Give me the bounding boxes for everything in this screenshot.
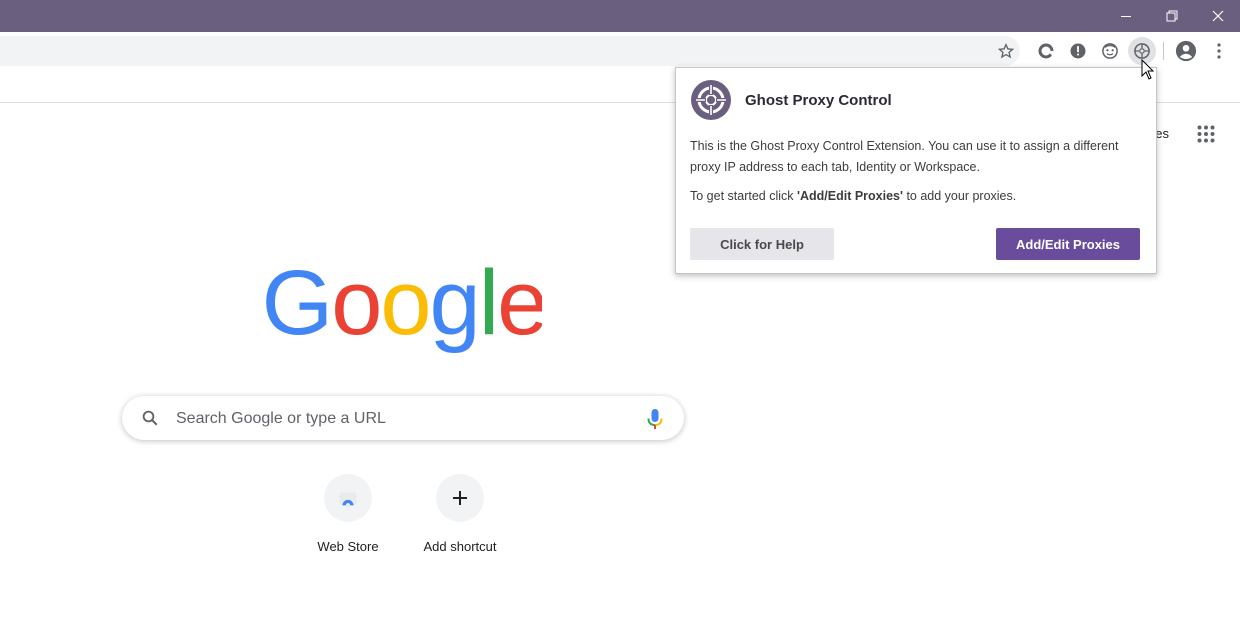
logo-letter: l <box>479 252 497 354</box>
apps-launcher-button[interactable] <box>1197 125 1217 145</box>
plus-icon <box>453 491 467 505</box>
search-icon <box>142 410 158 426</box>
instructions-text: to add your proxies. <box>902 189 1017 203</box>
extension-alert-icon <box>1070 43 1086 59</box>
add-edit-proxies-button[interactable]: Add/Edit Proxies <box>996 228 1140 260</box>
search-box[interactable] <box>122 396 684 440</box>
shortcut-tile <box>324 474 372 522</box>
menu-dots-icon <box>1217 43 1221 59</box>
instructions-emphasis: 'Add/Edit Proxies' <box>797 189 903 203</box>
voice-search-button[interactable] <box>645 407 665 436</box>
shortcut-add[interactable]: Add shortcut <box>404 474 516 566</box>
shortcut-label: Add shortcut <box>423 539 497 554</box>
extension-refresh-icon <box>1038 43 1055 59</box>
popup-description: This is the Ghost Proxy Control Extensio… <box>690 139 1119 174</box>
logo-letter: G <box>266 252 331 354</box>
extension-face-button[interactable] <box>1099 40 1121 62</box>
close-icon <box>1212 10 1224 22</box>
shortcut-tile <box>436 474 484 522</box>
extension-refresh-button[interactable] <box>1035 40 1057 62</box>
mouse-cursor-icon <box>1141 59 1155 80</box>
minimize-icon <box>1121 16 1131 17</box>
instructions-text: To get started click <box>690 189 797 203</box>
bookmark-star-button[interactable] <box>995 40 1017 62</box>
ghost-proxy-icon <box>1134 43 1150 59</box>
extension-alert-button[interactable] <box>1067 40 1089 62</box>
logo-letter: o <box>380 252 429 354</box>
microphone-icon <box>647 409 663 429</box>
web-store-icon <box>339 492 357 508</box>
close-button[interactable] <box>1195 0 1240 32</box>
profile-icon <box>1175 40 1197 62</box>
logo-letter: g <box>430 252 479 354</box>
google-logo: Google <box>266 252 542 354</box>
popup-instructions: To get started click 'Add/Edit Proxies' … <box>690 186 1130 207</box>
bookmark-star-icon <box>998 43 1014 59</box>
browser-toolbar <box>0 32 1240 70</box>
address-bar[interactable] <box>0 36 1020 66</box>
menu-button[interactable] <box>1208 40 1230 62</box>
shortcut-label: Web Store <box>317 539 379 554</box>
profile-button[interactable] <box>1175 40 1197 62</box>
extension-face-icon <box>1102 43 1118 59</box>
ghost-proxy-popup: Ghost Proxy Control This is the Ghost Pr… <box>675 67 1157 274</box>
help-button[interactable]: Click for Help <box>690 228 834 260</box>
search-input[interactable] <box>174 404 628 434</box>
apps-grid-icon <box>1197 125 1215 143</box>
window-titlebar <box>0 0 1240 32</box>
popup-title: Ghost Proxy Control <box>745 92 892 109</box>
restore-icon <box>1166 10 1178 22</box>
restore-button[interactable] <box>1149 0 1195 32</box>
toolbar-divider <box>1163 42 1164 60</box>
logo-letter: o <box>331 252 380 354</box>
minimize-button[interactable] <box>1103 0 1149 32</box>
svg-text:Google: Google <box>266 252 542 354</box>
ghost-proxy-logo-icon <box>691 80 731 120</box>
shortcut-web-store[interactable]: Web Store <box>292 474 404 566</box>
logo-letter: e <box>497 252 542 354</box>
